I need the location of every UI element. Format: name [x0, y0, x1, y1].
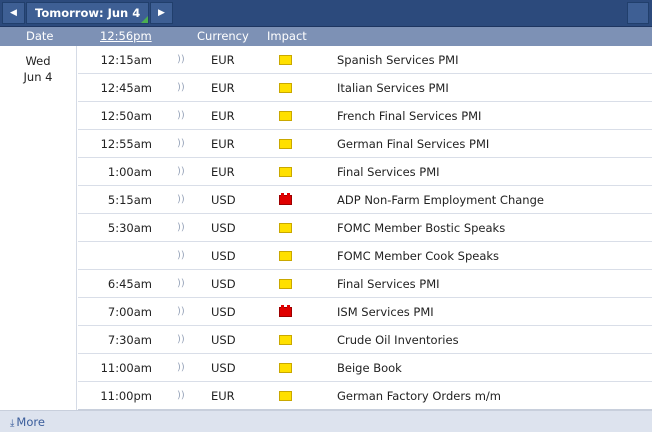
more-link[interactable]: ⤓ More	[10, 415, 45, 429]
event-name[interactable]: Italian Services PMI	[337, 81, 449, 95]
event-name[interactable]: Beige Book	[337, 361, 402, 375]
download-arrow-icon: ⤓	[10, 418, 15, 429]
event-time: 5:30am	[107, 221, 152, 235]
next-day-button[interactable]: ▶	[150, 2, 173, 24]
event-name[interactable]: French Final Services PMI	[337, 109, 481, 123]
event-name[interactable]: German Factory Orders m/m	[337, 389, 501, 403]
day-selector-tab[interactable]: Tomorrow: Jun 4	[26, 2, 149, 24]
event-currency: EUR	[211, 165, 235, 179]
event-currency: USD	[211, 361, 236, 375]
event-currency: USD	[211, 249, 236, 263]
impact-red-icon	[279, 193, 292, 205]
event-currency: EUR	[211, 81, 235, 95]
day-label: Tomorrow: Jun 4	[35, 6, 141, 20]
arrow-right-icon: ▶	[158, 8, 165, 18]
impact-yellow-icon	[279, 335, 292, 345]
event-row[interactable]: 1:00am)) EUR Final Services PMI	[78, 158, 652, 186]
event-row[interactable]: 5:15am)) USD ADP Non-Farm Employment Chang…	[78, 186, 652, 214]
event-name[interactable]: Crude Oil Inventories	[337, 333, 459, 347]
sound-alert-icon[interactable]: ))	[177, 222, 185, 233]
sound-alert-icon[interactable]: ))	[177, 390, 185, 401]
event-time: 7:30am	[107, 333, 152, 347]
impact-yellow-icon	[279, 251, 292, 261]
current-time-link[interactable]: 12:56pm	[100, 29, 152, 43]
impact-yellow-icon	[279, 83, 292, 93]
event-name[interactable]: Spanish Services PMI	[337, 53, 458, 67]
event-time: 6:45am	[107, 277, 152, 291]
event-currency: USD	[211, 221, 236, 235]
event-row[interactable]: 12:55am)) EUR German Final Services PMI	[78, 130, 652, 158]
event-time: 11:00pm	[100, 389, 152, 403]
event-name[interactable]: ADP Non-Farm Employment Change	[337, 193, 544, 207]
event-row[interactable]: 12:15am)) EUR Spanish Services PMI	[78, 46, 652, 74]
event-currency: USD	[211, 277, 236, 291]
column-date: Date	[26, 29, 54, 43]
impact-red-icon	[279, 305, 292, 317]
sound-alert-icon[interactable]: ))	[177, 250, 185, 261]
event-currency: EUR	[211, 53, 235, 67]
column-currency: Currency	[197, 29, 249, 43]
impact-yellow-icon	[279, 223, 292, 233]
event-name[interactable]: FOMC Member Cook Speaks	[337, 249, 499, 263]
sound-alert-icon[interactable]: ))	[177, 278, 185, 289]
event-name[interactable]: German Final Services PMI	[337, 137, 489, 151]
date-weekday: Wed	[25, 54, 51, 68]
event-currency: EUR	[211, 109, 235, 123]
sound-alert-icon[interactable]: ))	[177, 138, 185, 149]
event-row[interactable]: 7:00am)) USD ISM Services PMI	[78, 298, 652, 326]
event-time: 12:55am	[100, 137, 152, 151]
impact-yellow-icon	[279, 279, 292, 289]
sound-alert-icon[interactable]: ))	[177, 194, 185, 205]
event-row[interactable]: 11:00pm)) EUR German Factory Orders m/m	[78, 382, 652, 410]
event-row[interactable]: 7:30am)) USD Crude Oil Inventories	[78, 326, 652, 354]
column-impact: Impact	[267, 29, 307, 43]
toolbar-corner-button[interactable]	[627, 2, 649, 24]
event-time: 7:00am	[107, 305, 152, 319]
event-time: 12:15am	[100, 53, 152, 67]
event-name[interactable]: Final Services PMI	[337, 165, 440, 179]
impact-yellow-icon	[279, 167, 292, 177]
sound-alert-icon[interactable]: ))	[177, 306, 185, 317]
event-row[interactable]: 5:30am)) USD FOMC Member Bostic Speaks	[78, 214, 652, 242]
event-name[interactable]: ISM Services PMI	[337, 305, 434, 319]
column-header-row: Date 12:56pm Currency Impact	[0, 27, 652, 46]
event-row[interactable]: 12:50am)) EUR French Final Services PMI	[78, 102, 652, 130]
impact-yellow-icon	[279, 391, 292, 401]
sound-alert-icon[interactable]: ))	[177, 166, 185, 177]
date-day: Jun 4	[23, 70, 53, 84]
event-currency: USD	[211, 305, 236, 319]
sound-alert-icon[interactable]: ))	[177, 334, 185, 345]
sound-alert-icon[interactable]: ))	[177, 54, 185, 65]
events-list: 12:15am)) EUR Spanish Services PMI 12:45am)…	[78, 46, 652, 410]
sound-alert-icon[interactable]: ))	[177, 82, 185, 93]
event-time: 1:00am	[107, 165, 152, 179]
event-time: 11:00am	[100, 361, 152, 375]
arrow-left-icon: ◀	[10, 8, 17, 18]
event-time: 12:50am	[100, 109, 152, 123]
event-currency: USD	[211, 193, 236, 207]
event-time: 12:45am	[100, 81, 152, 95]
more-label: More	[16, 415, 45, 429]
sound-alert-icon[interactable]: ))	[177, 110, 185, 121]
impact-yellow-icon	[279, 55, 292, 65]
event-row[interactable]: 6:45am)) USD Final Services PMI	[78, 270, 652, 298]
event-currency: EUR	[211, 137, 235, 151]
impact-yellow-icon	[279, 111, 292, 121]
calendar-toolbar: ◀ Tomorrow: Jun 4 ▶	[0, 0, 652, 27]
date-cell: Wed Jun 4	[0, 46, 77, 410]
event-row[interactable]: 12:45am)) EUR Italian Services PMI	[78, 74, 652, 102]
event-name[interactable]: Final Services PMI	[337, 277, 440, 291]
impact-yellow-icon	[279, 139, 292, 149]
event-row[interactable]: 11:00am)) USD Beige Book	[78, 354, 652, 382]
sound-alert-icon[interactable]: ))	[177, 362, 185, 373]
active-corner-icon	[141, 16, 148, 23]
event-currency: USD	[211, 333, 236, 347]
impact-yellow-icon	[279, 363, 292, 373]
event-name[interactable]: FOMC Member Bostic Speaks	[337, 221, 505, 235]
event-currency: EUR	[211, 389, 235, 403]
previous-day-button[interactable]: ◀	[2, 2, 25, 24]
calendar-footer: ⤓ More	[0, 410, 652, 432]
event-time: 5:15am	[107, 193, 152, 207]
event-row[interactable]: )) USD FOMC Member Cook Speaks	[78, 242, 652, 270]
